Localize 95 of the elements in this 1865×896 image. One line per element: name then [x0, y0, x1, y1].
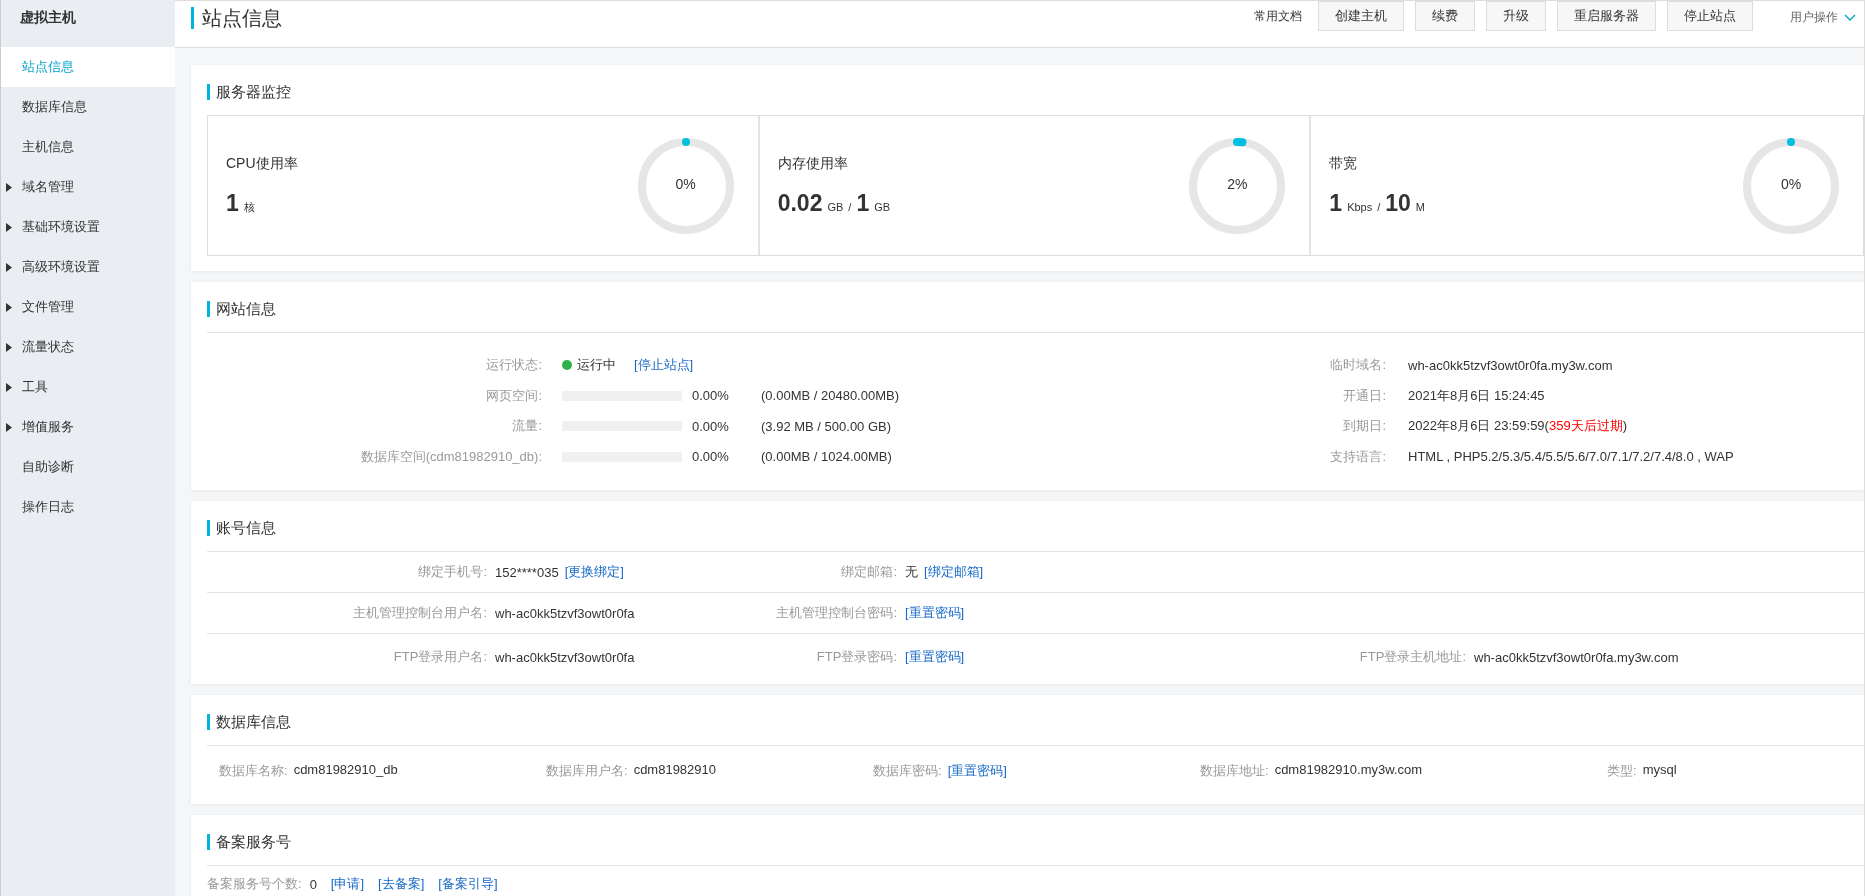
usage-detail: (3.92 MB / 500.00 GB)	[761, 418, 892, 434]
toolbar-button[interactable]: 重启服务器	[1557, 1, 1656, 31]
field-label: 数据库空间(cdm81982910_db):	[359, 447, 542, 466]
field-value: wh-ac0kk5tzvf3owt0r0fa.my3w.com	[1474, 649, 1679, 665]
gauge-percent: 2%	[1226, 175, 1249, 192]
sidebar-title: 虚拟主机	[19, 8, 77, 27]
gauge-value: 0.02	[777, 189, 823, 217]
field-label: 主机管理控制台密码:	[775, 604, 897, 622]
usage-detail: (0.00MB / 1024.00MB)	[761, 449, 892, 465]
field-value: 0	[309, 876, 317, 892]
field-value: cdm81982910_db	[293, 762, 398, 779]
action-link[interactable]: [重置密码]	[905, 648, 965, 666]
docs-link[interactable]: 常用文档	[1254, 8, 1302, 25]
section-title: 网站信息	[207, 301, 276, 317]
status-text: 运行中	[577, 356, 616, 375]
field-value: wh-ac0kk5tzvf3owt0r0fa.my3w.com	[1408, 357, 1613, 373]
action-link[interactable]: [绑定邮箱]	[924, 563, 984, 581]
field-value: cdm81982910	[633, 762, 717, 779]
field-label: 数据库用户名:	[546, 762, 628, 780]
sidebar-item[interactable]: 高级环境设置	[1, 247, 175, 287]
action-link[interactable]: [申请]	[330, 875, 365, 893]
section-title: 备案服务号	[207, 834, 291, 850]
field-value: cdm81982910.my3w.com	[1274, 762, 1423, 779]
action-link[interactable]: [更换绑定]	[564, 563, 624, 581]
field-label: FTP登录密码:	[815, 648, 897, 666]
field-label: 流量:	[511, 417, 542, 436]
sidebar-item[interactable]: 文件管理	[1, 287, 175, 327]
gauge-total: 1	[856, 189, 870, 217]
toolbar-button[interactable]: 升级	[1486, 1, 1546, 31]
field-value: 2022年8月6日 23:59:59(359天后过期)	[1408, 417, 1627, 436]
field-value: 无	[905, 563, 918, 581]
field-value: mysql	[1642, 762, 1677, 779]
field-label: 数据库密码:	[873, 762, 942, 780]
field-value: wh-ac0kk5tzvf3owt0r0fa	[495, 649, 635, 665]
unit-label: 核	[243, 199, 255, 215]
sidebar-item[interactable]: 域名管理	[1, 167, 175, 207]
toolbar-button[interactable]: 创建主机	[1318, 1, 1404, 31]
section-title: 账号信息	[207, 520, 276, 536]
field-label: 绑定邮箱:	[840, 563, 897, 581]
page-title: 站点信息	[191, 7, 282, 29]
field-label: 开通日:	[1342, 386, 1386, 405]
field-value: wh-ac0kk5tzvf3owt0r0fa	[495, 605, 635, 621]
gauge-value: 1	[1329, 189, 1343, 217]
gauge-total: 10	[1385, 189, 1411, 217]
field-label: 临时域名:	[1329, 356, 1386, 375]
separator: /	[848, 200, 852, 213]
sidebar-item[interactable]: 增值服务	[1, 407, 175, 447]
gauge-value: 1	[226, 189, 239, 217]
field-label: 运行状态:	[485, 356, 542, 375]
sidebar-item[interactable]: 操作日志	[1, 487, 175, 527]
field-label: 主机管理控制台用户名:	[352, 604, 487, 622]
section-title: 数据库信息	[207, 714, 291, 730]
field-value: 152****035	[495, 564, 559, 580]
field-label: FTP登录用户名:	[392, 648, 487, 666]
field-label: FTP登录主机地址:	[1358, 648, 1466, 666]
unit-label: GB	[827, 200, 844, 213]
sidebar-item[interactable]: 流量状态	[1, 327, 175, 367]
action-link[interactable]: [重置密码]	[947, 762, 1007, 780]
separator: /	[1377, 200, 1381, 213]
usage-percent: 0.00%	[692, 449, 730, 465]
usage-percent: 0.00%	[692, 388, 730, 404]
section-title: 服务器监控	[207, 84, 291, 100]
toolbar-button[interactable]: 续费	[1415, 1, 1475, 31]
gauge-label: 带宽	[1329, 154, 1359, 173]
unit-label: GB	[874, 200, 891, 213]
sidebar-item[interactable]: 主机信息	[1, 127, 175, 167]
field-label: 网页空间:	[485, 386, 542, 405]
sidebar-item[interactable]: 数据库信息	[1, 87, 175, 127]
field-label: 绑定手机号:	[417, 563, 487, 581]
sidebar-item[interactable]: 基础环境设置	[1, 207, 175, 247]
toolbar-button[interactable]: 停止站点	[1667, 1, 1753, 31]
gauge-percent: 0%	[1779, 175, 1803, 192]
field-label: 类型:	[1607, 762, 1637, 780]
gauge-label: 内存使用率	[777, 154, 849, 173]
usage-percent: 0.00%	[692, 418, 730, 434]
action-link[interactable]: [备案引导]	[438, 875, 498, 893]
field-value: HTML , PHP5.2/5.3/5.4/5.5/5.6/7.0/7.1/7.2/7.4/8.0 , WAP	[1408, 449, 1734, 465]
gauge-percent: 0%	[674, 175, 697, 192]
sidebar-item[interactable]: 自助诊断	[1, 447, 175, 487]
user-menu[interactable]: 用户操作	[1790, 9, 1838, 26]
sidebar-item[interactable]: 工具	[1, 367, 175, 407]
field-label: 备案服务号个数:	[207, 875, 302, 893]
field-label: 到期日:	[1342, 417, 1386, 436]
field-label: 数据库名称:	[219, 762, 288, 780]
usage-detail: (0.00MB / 20480.00MB)	[761, 388, 900, 404]
field-label: 支持语言:	[1329, 447, 1386, 466]
chevron-down-icon	[1844, 14, 1856, 21]
field-label: 数据库地址:	[1200, 762, 1269, 780]
action-link[interactable]: [重置密码]	[905, 604, 965, 622]
action-link[interactable]: [停止站点]	[634, 356, 694, 375]
unit-label: Kbps	[1347, 200, 1373, 213]
unit-label: M	[1415, 200, 1426, 213]
gauge-label: CPU使用率	[226, 154, 299, 173]
field-value: 2021年8月6日 15:24:45	[1408, 386, 1545, 405]
action-link[interactable]: [去备案]	[378, 875, 425, 893]
